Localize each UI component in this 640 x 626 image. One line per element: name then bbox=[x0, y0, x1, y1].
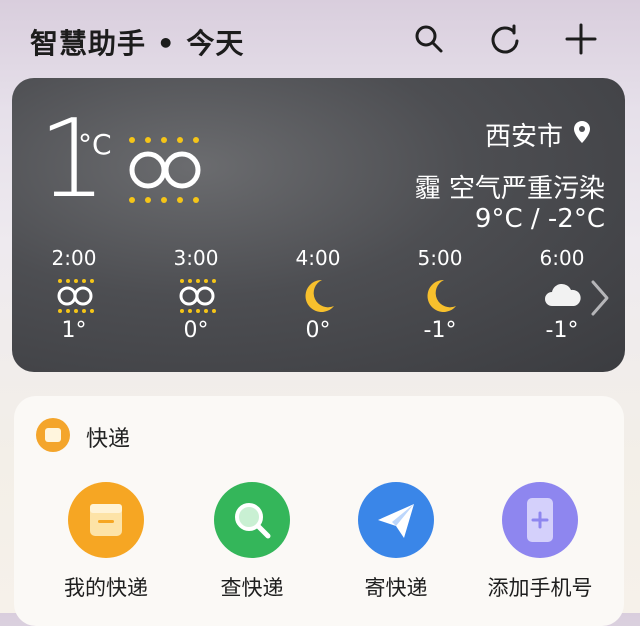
send-icon bbox=[358, 482, 434, 558]
cloud-icon bbox=[545, 283, 581, 306]
track-express-button[interactable]: 查快递 bbox=[182, 482, 322, 602]
add-icon[interactable] bbox=[564, 22, 598, 56]
hour-time: 3:00 bbox=[173, 246, 219, 270]
search-icon bbox=[214, 482, 290, 558]
send-express-button[interactable]: 寄快递 bbox=[326, 482, 466, 602]
my-express-button[interactable]: 我的快递 bbox=[36, 482, 176, 602]
temperature-unit: °C bbox=[78, 128, 112, 161]
moon-icon bbox=[427, 279, 456, 312]
fog-icon bbox=[57, 279, 94, 313]
package-icon bbox=[68, 482, 144, 558]
action-label: 我的快递 bbox=[64, 576, 148, 600]
hour-temp: 0° bbox=[183, 318, 209, 343]
top-bar: 智慧助手 • 今天 bbox=[0, 0, 640, 80]
hour-temp: 0° bbox=[305, 318, 331, 343]
moon-icon bbox=[305, 279, 334, 312]
page-title: 智慧助手 • 今天 bbox=[30, 27, 245, 60]
hour-time: 4:00 bbox=[295, 246, 341, 270]
hourly-forecast-item: 4:00 0° bbox=[278, 246, 358, 343]
hourly-forecast-item: 5:00 -1° bbox=[400, 246, 480, 343]
location-pin-icon bbox=[573, 120, 591, 144]
hourly-forecast-item: 2:00 1° bbox=[34, 246, 114, 343]
hour-time: 5:00 bbox=[417, 246, 463, 270]
city-name: 西安市 bbox=[484, 122, 563, 152]
express-section-icon bbox=[36, 418, 70, 452]
section-title: 快递 bbox=[86, 427, 131, 452]
hour-temp: -1° bbox=[545, 318, 579, 343]
phone-add-icon bbox=[502, 482, 578, 558]
hour-time: 6:00 bbox=[539, 246, 585, 270]
chevron-right-icon[interactable] bbox=[589, 278, 611, 318]
add-phone-button[interactable]: 添加手机号 bbox=[470, 482, 610, 602]
air-quality: 霾 空气严重污染 bbox=[414, 174, 605, 204]
action-label: 查快递 bbox=[220, 576, 284, 600]
hour-temp: -1° bbox=[423, 318, 457, 343]
hour-time: 2:00 bbox=[51, 246, 97, 270]
temperature-range: 9°C / -2°C bbox=[474, 204, 605, 234]
hour-temp: 1° bbox=[61, 318, 87, 343]
action-label: 添加手机号 bbox=[487, 576, 593, 600]
weather-card[interactable]: 1 °C 西安市 霾 空气严重污染 9°C / -2°C 2:00 1° 3:0… bbox=[12, 78, 625, 372]
fog-icon bbox=[179, 279, 216, 313]
search-icon[interactable] bbox=[412, 22, 446, 56]
express-card: 快递 我的快递 查快递 寄快递 添加手机号 bbox=[14, 396, 624, 626]
refresh-icon[interactable] bbox=[488, 22, 522, 56]
fog-icon bbox=[124, 132, 208, 208]
action-label: 寄快递 bbox=[364, 576, 428, 600]
hourly-forecast-item: 3:00 0° bbox=[156, 246, 236, 343]
